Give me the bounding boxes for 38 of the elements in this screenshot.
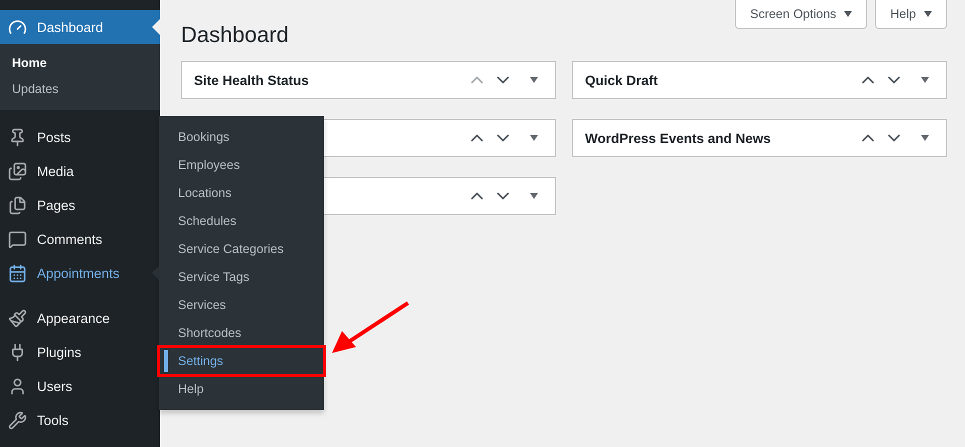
submenu-item[interactable]: Home (0, 50, 160, 76)
sidebar-item[interactable]: Comments (0, 222, 160, 256)
flyout-menu-item[interactable]: Services (159, 291, 324, 319)
posts-icon (8, 128, 27, 146)
flyout-menu-item[interactable]: Bookings (159, 123, 324, 151)
dropdown-button[interactable]: Help (875, 0, 947, 29)
widget-title: Quick Draft (585, 72, 659, 88)
flyout-menu-item[interactable]: Shortcodes (159, 319, 324, 347)
caret-icon (844, 11, 852, 17)
caret-icon (924, 11, 932, 17)
tools-icon (8, 410, 27, 430)
sidebar-item[interactable]: Appearance (0, 301, 160, 335)
sidebar-item[interactable]: Media (0, 154, 160, 188)
appointments-icon (8, 264, 27, 282)
sidebar-item[interactable]: Posts (0, 120, 160, 154)
flyout-menu-item[interactable]: Service Categories (159, 235, 324, 263)
sidebar-item[interactable]: Pages (0, 188, 160, 222)
dashboard-icon (8, 18, 27, 36)
flyout-menu-item[interactable]: Service Tags (159, 263, 324, 291)
sidebar-item[interactable]: Users (0, 369, 160, 403)
users-icon (8, 376, 27, 396)
media-icon (8, 162, 27, 180)
widget-title: Site Health Status (194, 72, 310, 88)
flyout-menu-item[interactable]: Settings (159, 347, 324, 375)
flyout-menu-item[interactable]: Employees (159, 151, 324, 179)
pages-icon (8, 196, 27, 214)
sidebar-item[interactable]: Tools (0, 403, 160, 437)
submenu-item[interactable]: Updates (0, 76, 160, 102)
sidebar-item[interactable]: Dashboard (0, 10, 160, 44)
dropdown-button[interactable]: Screen Options (735, 0, 868, 29)
comments-icon (8, 230, 27, 248)
sidebar-item[interactable]: Plugins (0, 335, 160, 369)
flyout-menu-item[interactable]: Schedules (159, 207, 324, 235)
widget-title: WordPress Events and News (585, 130, 772, 146)
appearance-icon (8, 308, 27, 328)
flyout-menu-item[interactable]: Help (159, 375, 324, 403)
page-title: Dashboard (181, 22, 289, 48)
flyout-menu-item[interactable]: Locations (159, 179, 324, 207)
